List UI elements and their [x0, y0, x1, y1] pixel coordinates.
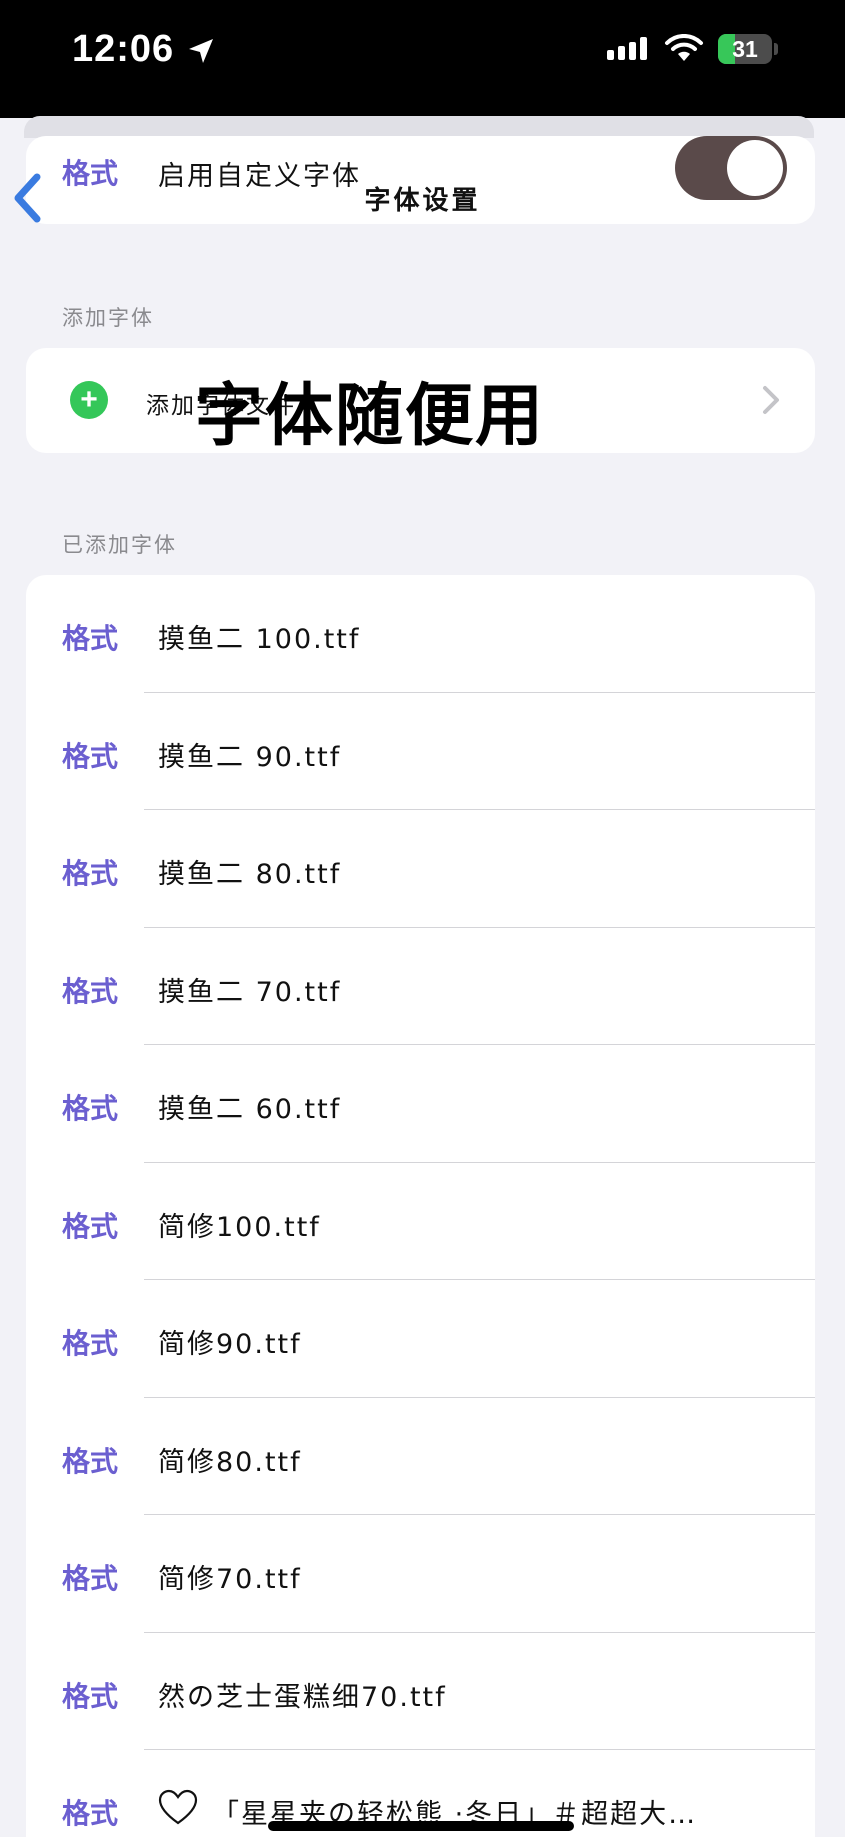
added-fonts-section-header: 已添加字体: [62, 533, 177, 557]
font-list-item[interactable]: 格式 简修70.ttf: [26, 1515, 815, 1633]
font-file-name: 摸鱼二 70.ttf: [158, 976, 342, 1008]
battery-tip: [774, 43, 778, 55]
format-tag: 格式: [62, 1209, 119, 1243]
font-list-item[interactable]: 格式 简修90.ttf: [26, 1280, 815, 1398]
font-file-name: 简修80.ttf: [158, 1446, 302, 1478]
format-tag: 格式: [62, 1092, 119, 1125]
heart-outline-icon: [158, 1789, 198, 1825]
status-time: 12:06: [72, 28, 175, 70]
font-file-name: 摸鱼二 90.ttf: [158, 741, 342, 773]
cellular-signal-icon: [607, 37, 647, 60]
font-file-name: 然の芝士蛋糕细70.ttf: [158, 1681, 447, 1713]
font-list-item[interactable]: 格式 简修80.ttf: [26, 1398, 815, 1515]
format-tag: 格式: [62, 1327, 119, 1360]
font-list-item[interactable]: 格式 摸鱼二 70.ttf: [26, 928, 815, 1045]
font-list-item[interactable]: 格式 摸鱼二 80.ttf: [26, 810, 815, 928]
overlay-caption: 字体随便用: [195, 377, 546, 456]
format-tag: 格式: [62, 857, 119, 890]
format-tag: 格式: [62, 1444, 119, 1478]
wifi-icon: [665, 34, 703, 61]
format-tag: 格式: [62, 1679, 119, 1713]
add-font-section-header: 添加字体: [62, 306, 154, 330]
battery-charging-icon: 31: [718, 34, 772, 64]
font-file-name: 摸鱼二 60.ttf: [158, 1094, 342, 1125]
status-bar: 12:06 31: [0, 0, 845, 118]
font-list-item[interactable]: 格式 摸鱼二 100.ttf: [26, 575, 815, 693]
battery-level: 31: [732, 36, 758, 62]
font-list-item[interactable]: 格式 摸鱼二 60.ttf: [26, 1045, 815, 1163]
location-arrow-icon: [189, 39, 213, 63]
font-file-name: 简修100.ttf: [158, 1211, 321, 1243]
nav-title: 字体设置: [364, 186, 481, 216]
font-list-item[interactable]: 格式 简修100.ttf: [26, 1163, 815, 1280]
font-file-name: 简修90.ttf: [158, 1329, 302, 1360]
chevron-right-icon: [763, 386, 779, 414]
font-file-name: 简修70.ttf: [158, 1564, 302, 1595]
font-list-item[interactable]: 格式 摸鱼二 90.ttf: [26, 693, 815, 810]
plus-circle-icon: +: [70, 381, 108, 419]
added-fonts-list: 格式 摸鱼二 100.ttf 格式 摸鱼二 90.ttf 格式 摸鱼二 80.ttf 格式摸…: [26, 575, 815, 1837]
font-file-name: 摸鱼二 80.ttf: [158, 859, 342, 890]
font-list-item[interactable]: 格式 然の芝士蛋糕细70.ttf: [26, 1633, 815, 1750]
home-indicator: [268, 1821, 574, 1831]
format-tag: 格式: [62, 622, 119, 655]
format-tag: 格式: [62, 739, 119, 773]
font-file-name: 摸鱼二 100.ttf: [158, 624, 361, 655]
format-tag: 格式: [62, 1797, 119, 1830]
format-tag: 格式: [62, 1562, 119, 1595]
format-tag: 格式: [62, 974, 119, 1008]
